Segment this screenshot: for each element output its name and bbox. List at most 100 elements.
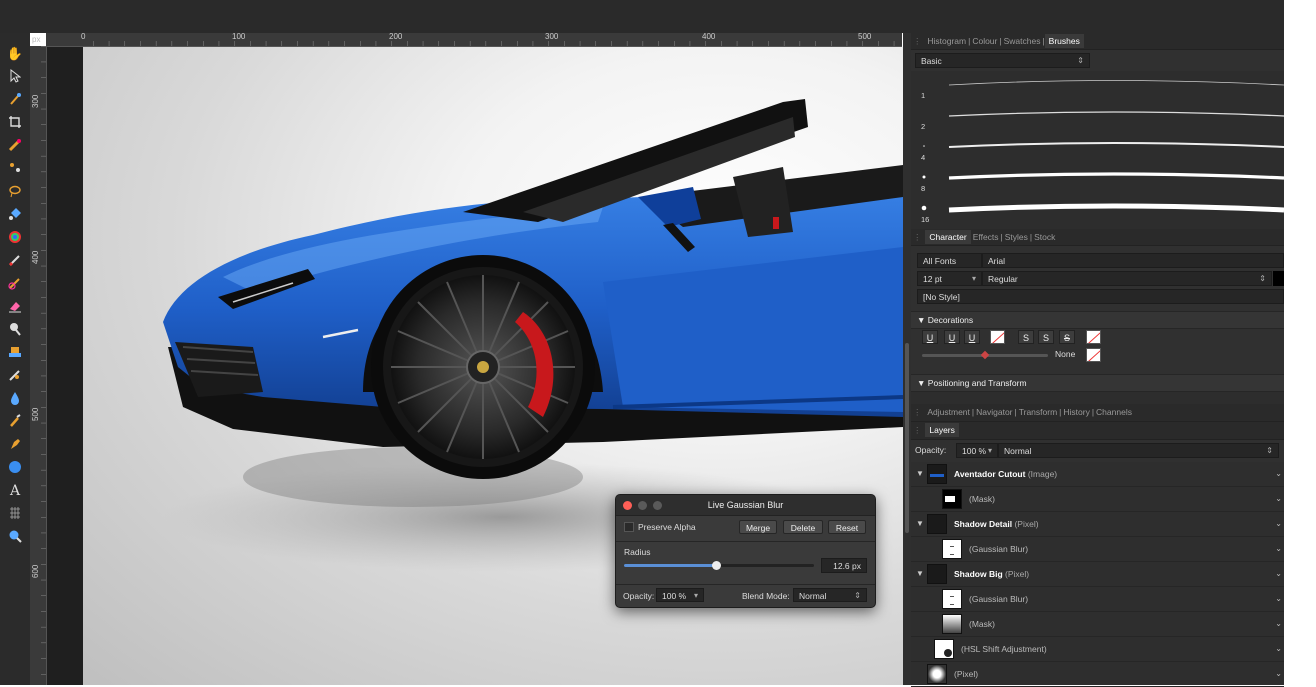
canvas-scrollbar[interactable] <box>903 33 911 685</box>
strikethrough-button[interactable]: S <box>1018 330 1034 344</box>
tab-layers[interactable]: Layers <box>925 423 959 437</box>
slider-handle[interactable] <box>980 350 990 360</box>
brush-item[interactable]: 8 <box>911 164 1284 195</box>
decoration-weight-slider[interactable] <box>922 350 1048 360</box>
layer-blend-select[interactable]: Normal ⇕ <box>998 443 1279 458</box>
brush-item[interactable]: 16 <box>911 195 1284 226</box>
tab-styles[interactable]: Styles <box>1003 232 1030 242</box>
strike-color-swatch[interactable] <box>1086 330 1101 344</box>
flood-select-icon[interactable] <box>6 161 24 177</box>
layer-row[interactable]: (Pixel) ⌄ <box>911 662 1284 687</box>
color-replacement-icon[interactable] <box>6 276 24 292</box>
layer-row[interactable]: ▼ Aventador Cutout (Image) ⌄ <box>911 462 1284 487</box>
decorations-header[interactable]: ▼ Decorations <box>911 311 1284 329</box>
text-style-select[interactable]: [No Style] <box>917 289 1284 304</box>
chevron-down-icon[interactable]: ⌄ <box>1275 462 1282 486</box>
layer-row[interactable]: (HSL Shift Adjustment) ⌄ <box>911 637 1284 662</box>
tab-stock[interactable]: Stock <box>1032 232 1057 242</box>
brush-item[interactable]: 2 <box>911 102 1284 133</box>
disclosure-icon[interactable]: ▼ <box>916 462 924 486</box>
chevron-down-icon[interactable]: ⌄ <box>1275 637 1282 661</box>
layer-row[interactable]: (Gaussian Blur) ⌄ <box>911 537 1284 562</box>
disclosure-icon[interactable]: ▼ <box>916 512 924 536</box>
color-picker-icon[interactable] <box>6 92 24 108</box>
grip-icon[interactable]: ⋮ <box>911 229 923 245</box>
tab-brushes[interactable]: Brushes <box>1044 34 1084 48</box>
positioning-header[interactable]: ▼ Positioning and Transform <box>911 374 1284 392</box>
grip-icon[interactable]: ⋮ <box>911 33 923 49</box>
underline-button[interactable]: U <box>922 330 938 344</box>
chevron-down-icon[interactable]: ⌄ <box>1275 612 1282 636</box>
zoom-icon[interactable] <box>6 529 24 545</box>
reset-button[interactable]: Reset <box>828 520 866 534</box>
radius-input[interactable]: 12.6 px <box>821 558 867 573</box>
brush-item[interactable]: 4 <box>911 133 1284 164</box>
brush-item[interactable]: 1 <box>911 71 1284 102</box>
layer-row[interactable]: (Gaussian Blur) ⌄ <box>911 587 1284 612</box>
font-style-select[interactable]: Regular ⇕ <box>982 271 1272 286</box>
tab-colour[interactable]: Colour <box>970 36 999 46</box>
clone-icon[interactable] <box>6 345 24 361</box>
layer-row[interactable]: (Mask) ⌄ <box>911 487 1284 512</box>
tab-adjustment[interactable]: Adjustment <box>925 407 972 417</box>
preserve-alpha-checkbox[interactable] <box>624 522 634 532</box>
brush-category-select[interactable]: Basic ⇕ <box>915 53 1090 68</box>
text-icon[interactable]: A <box>6 483 24 499</box>
layer-row[interactable]: (Mask) ⌄ <box>911 612 1284 637</box>
zoom-window-icon[interactable] <box>653 501 662 510</box>
gradient-icon[interactable] <box>6 230 24 246</box>
healing-icon[interactable] <box>6 368 24 384</box>
paint-brush-icon[interactable] <box>6 253 24 269</box>
fill-icon[interactable] <box>6 207 24 223</box>
grip-icon[interactable]: ⋮ <box>911 404 923 420</box>
hand-icon[interactable]: ✋ <box>6 46 24 62</box>
erase-icon[interactable] <box>6 299 24 315</box>
mesh-warp-icon[interactable] <box>6 506 24 522</box>
layer-opacity-select[interactable]: 100 % ▾ <box>956 443 998 458</box>
radius-slider[interactable] <box>624 561 814 570</box>
chevron-down-icon[interactable]: ⌄ <box>1275 662 1282 686</box>
layer-row[interactable]: ▼ Shadow Big (Pixel) ⌄ <box>911 562 1284 587</box>
blur-icon[interactable] <box>6 391 24 407</box>
dialog-blend-select[interactable]: Normal ⇕ <box>793 588 867 602</box>
chevron-down-icon[interactable]: ⌄ <box>1275 562 1282 586</box>
pen-icon[interactable] <box>6 437 24 453</box>
font-size-select[interactable]: 12 pt ▾ <box>917 271 982 286</box>
freehand-select-icon[interactable] <box>6 184 24 200</box>
dodge-icon[interactable] <box>6 322 24 338</box>
scrollbar-thumb[interactable] <box>905 343 909 533</box>
chevron-down-icon[interactable]: ⌄ <box>1275 537 1282 561</box>
tab-navigator[interactable]: Navigator <box>974 407 1014 417</box>
font-collection-select[interactable]: All Fonts <box>917 253 982 268</box>
grip-icon[interactable]: ⋮ <box>911 422 923 438</box>
move-icon[interactable] <box>6 69 24 85</box>
tab-histogram[interactable]: Histogram <box>925 36 968 46</box>
text-color-swatch[interactable] <box>1273 271 1284 286</box>
delete-button[interactable]: Delete <box>783 520 823 534</box>
tab-swatches[interactable]: Swatches <box>1002 36 1043 46</box>
smudge-icon[interactable] <box>6 414 24 430</box>
chevron-down-icon[interactable]: ⌄ <box>1275 512 1282 536</box>
double-underline-button[interactable]: U <box>944 330 960 344</box>
underline-alt-button[interactable]: U <box>964 330 980 344</box>
tab-transform[interactable]: Transform <box>1017 407 1059 417</box>
tab-effects[interactable]: Effects <box>971 232 1001 242</box>
tab-character[interactable]: Character <box>925 230 971 244</box>
shape-icon[interactable] <box>6 460 24 476</box>
disclosure-icon[interactable]: ▼ <box>916 562 924 586</box>
dialog-title-bar[interactable]: Live Gaussian Blur <box>616 495 875 516</box>
chevron-down-icon[interactable]: ⌄ <box>1275 487 1282 511</box>
strikethrough-double-button[interactable]: S <box>1038 330 1054 344</box>
underline-color-swatch[interactable] <box>990 330 1005 344</box>
layer-row[interactable]: ▼ Shadow Detail (Pixel) ⌄ <box>911 512 1284 537</box>
strikethrough-alt-button[interactable]: S <box>1059 330 1075 344</box>
tab-history[interactable]: History <box>1061 407 1091 417</box>
tab-channels[interactable]: Channels <box>1094 407 1134 417</box>
chevron-down-icon[interactable]: ⌄ <box>1275 587 1282 611</box>
font-family-select[interactable]: Arial <box>982 253 1284 268</box>
radius-slider-handle[interactable] <box>712 561 722 570</box>
close-icon[interactable] <box>623 501 632 510</box>
decoration-fill-swatch[interactable] <box>1086 348 1101 362</box>
dialog-opacity-select[interactable]: 100 % ▾ <box>656 588 704 602</box>
crop-icon[interactable] <box>6 115 24 131</box>
